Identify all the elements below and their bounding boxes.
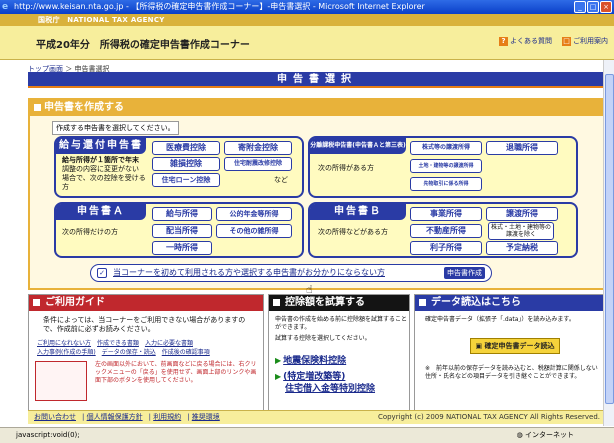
rishi-button[interactable]: 利子所得 xyxy=(410,241,482,255)
kyuyo-desc1: 給与所得が１箇所で年末 xyxy=(62,156,139,164)
kyuyo-desc2: 調整の内容に変更がない xyxy=(62,165,139,173)
yotei-noze-button[interactable]: 予定納税 xyxy=(486,241,558,255)
site-header: 国税庁 NATIONAL TAX AGENCY 平成20年分 所得税の確定申告書… xyxy=(0,14,614,60)
status-bar: javascript:void(0); ◍ インターネット xyxy=(0,427,614,443)
calc-intro: 申告書の作成を始める前に控除額を試算することができます。 xyxy=(275,316,408,331)
haito-button[interactable]: 配当所得 xyxy=(152,224,212,238)
page-title: 平成20年分 所得税の確定申告書作成コーナー xyxy=(36,40,250,51)
window-titlebar: e http://www.keisan.nta.go.jp - 【所得税の確定申… xyxy=(0,0,614,14)
guide-intro: 条件によっては、当コーナーをご利用できない場合がありますので、作成前に必ずお読み… xyxy=(43,316,246,333)
kyuyo-desc4: 方 xyxy=(62,183,69,191)
shinkoku-a-card: 申告書Ａ 次の所得だけの方 給与所得 公的年金等所得 配当所得 その他の雑所得 … xyxy=(54,202,304,258)
jutaku-link-2[interactable]: 住宅借入金等特別控除 xyxy=(285,381,375,394)
guide-warning: 左の画面以外において、前画面などに戻る場合には、右クリックメニューの「戻る」を使… xyxy=(95,361,257,384)
footer-privacy-link[interactable]: 個人情報保護方針 xyxy=(87,413,143,421)
sakimono-button[interactable]: 先物取引に係る所得 xyxy=(410,177,482,191)
data-heading: データ読込はこちら xyxy=(415,295,605,311)
minimize-button[interactable]: _ xyxy=(574,1,586,13)
agency-label: 国税庁 NATIONAL TAX AGENCY xyxy=(0,14,614,26)
data-intro: 確定申告書データ（拡張子「.data」）を読み込みます。 xyxy=(425,316,575,323)
guide-panel: ご利用ガイド 条件によっては、当コーナーをご利用できない場合がありますので、作成… xyxy=(28,294,264,412)
folder-icon: ▣ xyxy=(475,342,485,350)
internet-zone: ◍ インターネット xyxy=(516,431,574,439)
guide-link-3[interactable]: 入力に必要な書類 xyxy=(145,340,193,347)
zatsu-button[interactable]: その他の雑所得 xyxy=(216,224,292,238)
taishin-button[interactable]: 住宅耐震改修控除 xyxy=(224,157,292,171)
kyuyo-desc3: 場合で、次の控除を受ける xyxy=(62,174,146,182)
maximize-button[interactable]: □ xyxy=(587,1,599,13)
kyuyo-nado: など xyxy=(274,176,288,184)
globe-icon: ◍ xyxy=(516,431,525,439)
jigyo-button[interactable]: 事業所得 xyxy=(410,207,482,221)
calc-panel: 控除額を試算する 申告書の作成を始める前に控除額を試算することができます。 試算… xyxy=(268,294,410,412)
window-controls: _ □ × xyxy=(574,1,612,13)
kifukin-button[interactable]: 寄附金控除 xyxy=(224,141,292,155)
jishin-link[interactable]: ▶ 地震保険料控除 xyxy=(275,353,346,366)
kyuyo-shotoku-button[interactable]: 給与所得 xyxy=(152,207,212,221)
create-section: 申告書を作成する 作成する申告書を選択してください。 給与還付申告書 給与所得が… xyxy=(28,98,606,290)
guide-link-2[interactable]: 作成できる書類 xyxy=(97,340,139,347)
footer-env-link[interactable]: 推奨環境 xyxy=(192,413,220,421)
first-time-link[interactable]: ✓ 当コーナーを初めて利用される方や選択する申告書がお分かりにならない方 申告書… xyxy=(90,264,492,282)
footer-contact-link[interactable]: お問い合わせ xyxy=(34,413,76,421)
arrow-icon: ▶ xyxy=(275,372,282,381)
shinkoku-b-title: 申告書Ｂ xyxy=(310,204,406,220)
footer: お問い合わせ | 個人情報保護方針 | 利用規約 | 推奨環境 Copyright (… xyxy=(28,410,606,424)
first-time-link-text: 当コーナーを初めて利用される方や選択する申告書がお分かりにならない方 xyxy=(113,268,385,277)
close-button[interactable]: × xyxy=(600,1,612,13)
fudosan-button[interactable]: 不動産所得 xyxy=(410,224,482,238)
guide-link-4[interactable]: 入力事例(作成の手順) xyxy=(37,349,96,356)
shinkoku-b-card: 申告書Ｂ 次の所得などがある方 事業所得 譲渡所得 不動産所得 株式・土地・建物… xyxy=(308,202,578,258)
shinkoku-b-desc: 次の所得などがある方 xyxy=(318,228,388,236)
guide-link-1[interactable]: ご利用になれない方 xyxy=(37,340,91,347)
guide-thumbnail xyxy=(35,361,87,401)
tochi-button[interactable]: 土地・建物等の譲渡所得 xyxy=(410,159,482,173)
vertical-scrollbar[interactable] xyxy=(603,60,614,426)
scrollbar-thumb[interactable] xyxy=(605,74,614,404)
kyuyo-title: 給与還付申告書 xyxy=(56,138,146,154)
taishoku-button[interactable]: 退職所得 xyxy=(486,141,558,155)
question-icon: ? xyxy=(499,37,508,46)
nenkin-button[interactable]: 公的年金等所得 xyxy=(216,207,292,221)
data-note: ※ 前年以前の保存データを読み込むと、税額計算に関係しない住所・氏名などの項目デ… xyxy=(425,365,598,380)
book-icon: □ xyxy=(562,37,571,46)
first-time-badge: 申告書作成 xyxy=(444,267,485,279)
guide-link-6[interactable]: 作成後の確認事項 xyxy=(162,349,210,356)
ichiji-button[interactable]: 一時所得 xyxy=(152,241,212,255)
guide-link-5[interactable]: データの保存・読込 xyxy=(102,349,156,356)
arrow-icon: ▶ xyxy=(275,356,282,365)
help-links: ? よくある質問 □ ご利用案内 xyxy=(499,36,608,46)
joto-note: 株式・土地・建物等の譲渡を除く xyxy=(488,222,554,240)
bunri-card: 分離課税申告書(申告書Ａと第三表) 次の所得がある方 株式等の譲渡所得 退職所得… xyxy=(308,136,578,198)
calc-intro2: 試算する控除を選択してください。 xyxy=(275,335,371,342)
ie-icon: e xyxy=(2,2,9,12)
copyright: Copyright (c) 2009 NATIONAL TAX AGENCY A… xyxy=(377,413,600,421)
create-heading: 申告書を作成する xyxy=(30,100,604,116)
shinkoku-a-title: 申告書Ａ xyxy=(56,204,146,220)
guide-heading: ご利用ガイド xyxy=(29,295,263,311)
data-load-button[interactable]: ▣ 確定申告書データ読込 xyxy=(470,338,560,354)
window-title: http://www.keisan.nta.go.jp - 【所得税の確定申告書… xyxy=(14,2,425,11)
check-icon: ✓ xyxy=(97,268,107,278)
zasson-button[interactable]: 雑損控除 xyxy=(152,157,220,171)
joto-button[interactable]: 譲渡所得 xyxy=(486,207,558,221)
guide-links: ご利用になれない方 作成できる書類 入力に必要な書類 入力事例(作成の手順) デ… xyxy=(37,339,261,357)
footer-terms-link[interactable]: 利用規約 xyxy=(153,413,181,421)
calc-heading: 控除額を試算する xyxy=(269,295,409,311)
kabushiki-button[interactable]: 株式等の譲渡所得 xyxy=(410,141,482,155)
bunri-desc: 次の所得がある方 xyxy=(318,164,374,172)
status-text: javascript:void(0); xyxy=(16,431,80,439)
iryohi-button[interactable]: 医療費控除 xyxy=(152,141,220,155)
jutaku-loan-button[interactable]: 住宅ローン控除 xyxy=(152,173,220,187)
kyuyo-card: 給与還付申告書 給与所得が１箇所で年末 調整の内容に変更がない 場合で、次の控除… xyxy=(54,136,304,198)
bunri-title: 分離課税申告書(申告書Ａと第三表) xyxy=(310,138,406,154)
page-banner: 申告書選択 xyxy=(28,72,606,88)
guide-link[interactable]: □ ご利用案内 xyxy=(562,36,608,46)
faq-link[interactable]: ? よくある質問 xyxy=(499,36,552,46)
create-instruction: 作成する申告書を選択してください。 xyxy=(52,121,179,135)
shinkoku-a-desc: 次の所得だけの方 xyxy=(62,228,118,236)
